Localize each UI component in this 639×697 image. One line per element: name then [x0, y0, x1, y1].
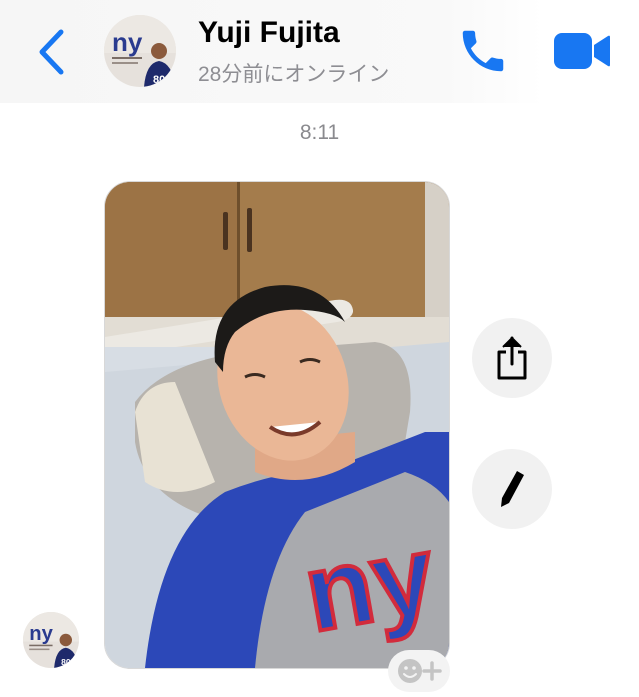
add-reaction-button[interactable] — [388, 650, 450, 692]
pencil-icon — [501, 471, 524, 507]
svg-text:80: 80 — [153, 74, 165, 86]
back-button[interactable] — [34, 26, 70, 78]
video-call-button[interactable] — [552, 29, 612, 73]
share-icon — [497, 336, 527, 380]
contact-status: 28分前にオンライン — [198, 63, 390, 86]
conversation-header: ny 80 Yuji Fujita 28分前にオンライン — [0, 0, 639, 103]
sender-avatar-logo-text: ny — [29, 623, 53, 645]
edit-button[interactable] — [472, 449, 552, 529]
add-reaction-icon — [398, 659, 442, 683]
contact-avatar[interactable]: ny 80 — [104, 15, 176, 87]
chevron-left-icon — [39, 29, 64, 75]
voice-call-button[interactable] — [456, 24, 510, 78]
sender-avatar[interactable]: ny 80 — [23, 612, 79, 668]
video-camera-icon — [554, 33, 610, 69]
shirt-logo-text: ny — [296, 512, 444, 655]
share-button[interactable] — [472, 318, 552, 398]
phone-icon — [462, 30, 504, 72]
photo-message[interactable]: ny — [104, 181, 450, 669]
contact-name[interactable]: Yuji Fujita — [198, 16, 340, 50]
message-timestamp: 8:11 — [299, 121, 340, 144]
svg-text:80: 80 — [61, 657, 71, 667]
avatar-logo-text: ny — [112, 27, 143, 57]
